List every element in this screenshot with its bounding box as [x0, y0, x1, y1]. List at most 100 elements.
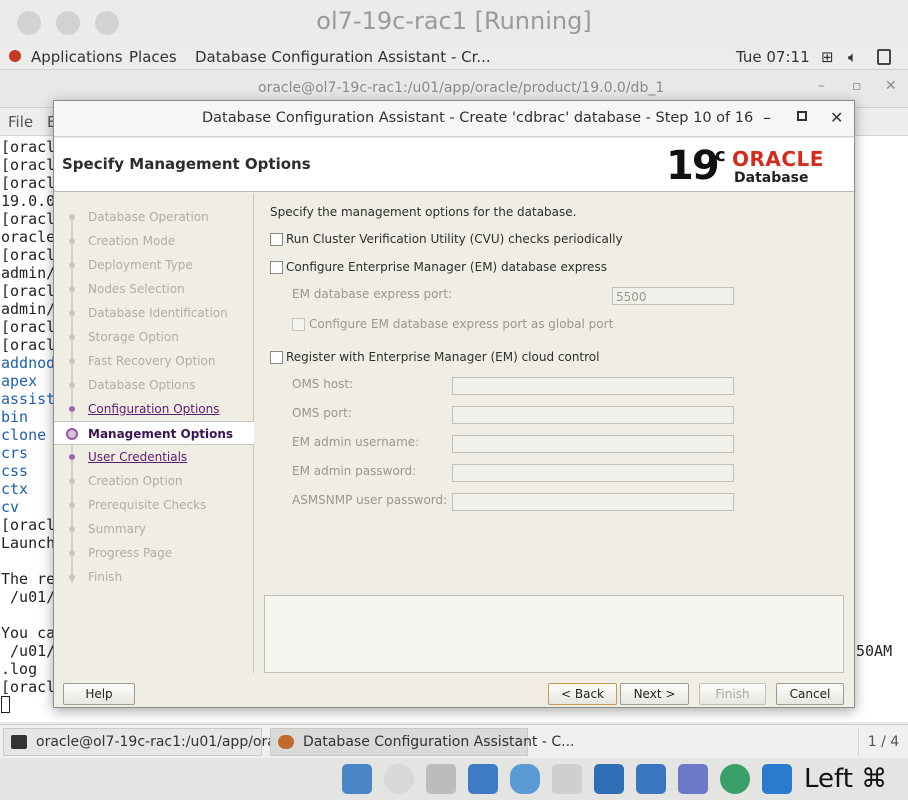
dialog-minimize-icon[interactable]: – — [763, 108, 771, 127]
terminal-line: admin/ — [1, 264, 56, 282]
terminal-close-icon[interactable]: ✕ — [885, 78, 897, 94]
terminal-minimize-icon[interactable]: – — [818, 78, 825, 94]
step-item: Storage Option — [54, 325, 254, 349]
step-item[interactable]: Management Options — [54, 421, 254, 445]
terminal-line: [oracl — [1, 210, 56, 228]
step-marker-icon — [69, 262, 75, 268]
virtualization-icon[interactable] — [678, 764, 708, 794]
oms-host-input[interactable] — [452, 377, 734, 395]
taskbar-terminal[interactable]: oracle@ol7-19c-rac1:/u01/app/orac... — [3, 728, 297, 756]
oms-port-label: OMS port: — [292, 406, 352, 420]
finish-button[interactable]: Finish — [699, 683, 766, 705]
step-marker-icon — [69, 454, 75, 460]
volume-icon[interactable]: 🔈︎ — [848, 48, 857, 66]
dialog-close-icon[interactable]: ✕ — [830, 108, 843, 127]
terminal-line: oracle — [1, 228, 56, 246]
applications-menu[interactable]: Applications — [31, 48, 123, 66]
cancel-button[interactable]: Cancel — [776, 683, 844, 705]
display-icon[interactable] — [594, 764, 624, 794]
em-express-checkbox[interactable] — [270, 261, 283, 274]
power-icon[interactable] — [877, 49, 891, 65]
terminal-dir-entry: clone — [1, 426, 47, 444]
step-item: Creation Option — [54, 469, 254, 493]
optical-drive-icon[interactable] — [384, 764, 414, 794]
dialog-title: Database Configuration Assistant - Creat… — [202, 110, 754, 126]
oms-port-input[interactable] — [452, 406, 734, 424]
mouse-integration-icon[interactable] — [720, 764, 750, 794]
active-app-menu[interactable]: Database Configuration Assistant - Cr... — [195, 48, 491, 66]
step-marker-icon — [69, 550, 75, 556]
step-label: Deployment Type — [88, 258, 193, 272]
dialog-maximize-icon[interactable] — [797, 111, 807, 121]
em-admin-password-label: EM admin password: — [292, 464, 417, 478]
audio-icon[interactable] — [426, 764, 456, 794]
next-button[interactable]: Next > — [620, 683, 689, 705]
step-label: Database Options — [88, 378, 196, 392]
cvu-checkbox[interactable] — [270, 233, 283, 246]
terminal-dir-entry: crs — [1, 444, 29, 462]
terminal-maximize-icon[interactable]: ▫ — [852, 78, 862, 94]
terminal-line: .log — [1, 660, 38, 678]
step-marker-icon — [69, 478, 75, 484]
host-key-indicator[interactable]: Left ⌘ — [804, 764, 887, 794]
terminal-line: Launch — [1, 534, 56, 552]
step-navigator: Database Operation Creation Mode Deploymen… — [54, 193, 254, 673]
cvu-label[interactable]: Run Cluster Verification Utility (CVU) c… — [286, 232, 623, 246]
keyboard-capture-icon[interactable] — [762, 764, 792, 794]
taskbar-dbca[interactable]: Database Configuration Assistant - C... — [270, 728, 575, 756]
help-button[interactable]: Help — [63, 683, 135, 705]
step-label: Configuration Options — [88, 402, 220, 416]
em-cloud-checkbox[interactable] — [270, 351, 283, 364]
step-label: Fast Recovery Option — [88, 354, 216, 368]
usb-icon[interactable] — [510, 764, 540, 794]
em-admin-password-input[interactable] — [452, 464, 734, 482]
step-item[interactable]: Configuration Options — [54, 397, 254, 421]
asmsnmp-password-input[interactable] — [452, 493, 734, 511]
terminal-dir-entry: assist — [1, 390, 56, 408]
step-marker-icon — [69, 574, 75, 580]
terminal-line: [oracl — [1, 318, 56, 336]
em-admin-username-input[interactable] — [452, 435, 734, 453]
back-button[interactable]: < Back — [548, 683, 617, 705]
java-icon — [278, 735, 294, 749]
terminal-line: The re — [1, 570, 56, 588]
step-item: Prerequisite Checks — [54, 493, 254, 517]
em-cloud-label[interactable]: Register with Enterprise Manager (EM) cl… — [286, 350, 599, 364]
page-title: Specify Management Options — [62, 155, 311, 173]
clock[interactable]: Tue 07:11 — [736, 48, 810, 66]
step-item: Database Operation — [54, 205, 254, 229]
terminal-line: [oracl — [1, 138, 56, 156]
oms-host-label: OMS host: — [292, 377, 354, 391]
em-global-port-checkbox[interactable] — [292, 318, 305, 331]
terminal-dir-entry: cv — [1, 498, 20, 516]
step-label: Progress Page — [88, 546, 173, 560]
terminal-title: oracle@ol7-19c-rac1:/u01/app/oracle/prod… — [258, 80, 665, 96]
em-port-input[interactable]: 5500 — [612, 287, 734, 305]
hard-disk-icon[interactable] — [342, 764, 372, 794]
terminal-line: [oracl — [1, 282, 56, 300]
step-marker-icon — [69, 382, 75, 388]
step-label: Database Identification — [88, 306, 228, 320]
intro-text: Specify the management options for the d… — [270, 205, 577, 219]
step-marker-icon — [69, 334, 75, 340]
terminal-menu-file[interactable]: File — [8, 113, 33, 131]
step-item: Database Identification — [54, 301, 254, 325]
step-marker-icon — [69, 238, 75, 244]
vm-title: ol7-19c-rac1 [Running] — [316, 7, 592, 35]
network-icon[interactable]: ⊞ — [821, 48, 834, 66]
workspace-pager[interactable]: 1 / 4 — [858, 728, 908, 756]
step-item[interactable]: User Credentials — [54, 445, 254, 469]
step-marker-icon — [69, 502, 75, 508]
terminal-line: /u01/ — [1, 588, 56, 606]
em-express-label[interactable]: Configure Enterprise Manager (EM) databa… — [286, 260, 607, 274]
shared-folders-icon[interactable] — [552, 764, 582, 794]
step-item: Finish — [54, 565, 254, 589]
step-label: Summary — [88, 522, 146, 536]
dialog-title-bar: Database Configuration Assistant - Creat… — [54, 101, 854, 137]
video-capture-icon[interactable] — [636, 764, 666, 794]
places-menu[interactable]: Places — [129, 48, 177, 66]
terminal-dir-entry: ctx — [1, 480, 29, 498]
step-label: Database Operation — [88, 210, 209, 224]
network-adapter-icon[interactable] — [468, 764, 498, 794]
applications-menu-icon — [9, 50, 21, 62]
